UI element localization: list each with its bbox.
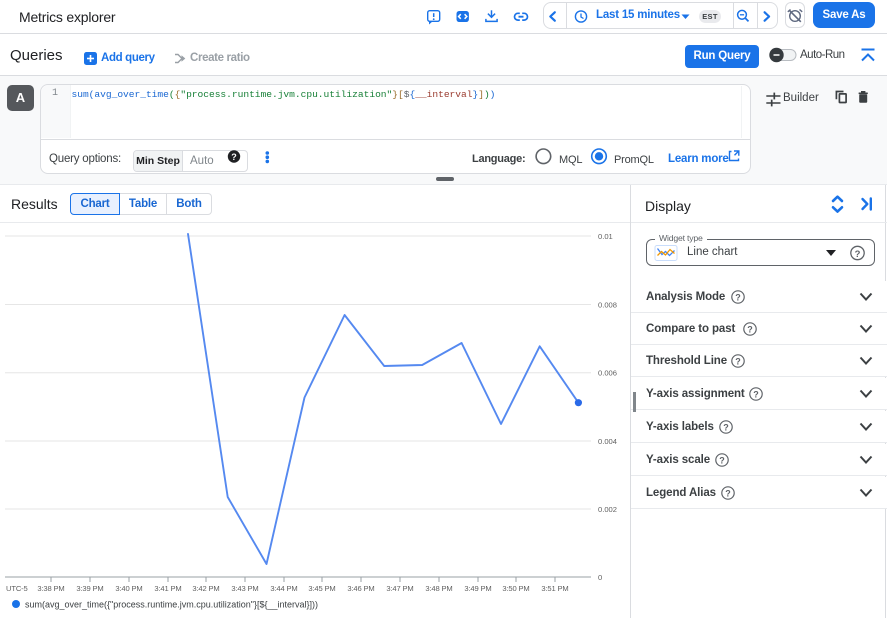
svg-text:3:38 PM: 3:38 PM bbox=[37, 584, 64, 593]
svg-text:?: ? bbox=[855, 249, 861, 260]
svg-text:3:42 PM: 3:42 PM bbox=[192, 584, 219, 593]
svg-text:0.008: 0.008 bbox=[598, 301, 617, 310]
svg-text:3:43 PM: 3:43 PM bbox=[231, 584, 258, 593]
svg-text:0.006: 0.006 bbox=[598, 369, 617, 378]
svg-text:3:50 PM: 3:50 PM bbox=[502, 584, 529, 593]
svg-text:3:47 PM: 3:47 PM bbox=[386, 584, 413, 593]
svg-text:?: ? bbox=[231, 152, 237, 162]
svg-text:3:49 PM: 3:49 PM bbox=[464, 584, 491, 593]
svg-text:3:51 PM: 3:51 PM bbox=[541, 584, 568, 593]
svg-text:0.002: 0.002 bbox=[598, 505, 617, 514]
svg-text:3:39 PM: 3:39 PM bbox=[76, 584, 103, 593]
svg-text:sum(avg_over_time({"process.ru: sum(avg_over_time({"process.runtime.jvm.… bbox=[25, 600, 318, 610]
svg-text:0.004: 0.004 bbox=[598, 437, 617, 446]
svg-text:0: 0 bbox=[598, 573, 602, 582]
svg-text:3:41 PM: 3:41 PM bbox=[154, 584, 181, 593]
svg-text:3:44 PM: 3:44 PM bbox=[270, 584, 297, 593]
svg-text:UTC-5: UTC-5 bbox=[6, 584, 28, 593]
svg-text:0.01: 0.01 bbox=[598, 232, 613, 241]
svg-text:3:40 PM: 3:40 PM bbox=[115, 584, 142, 593]
svg-text:3:46 PM: 3:46 PM bbox=[347, 584, 374, 593]
svg-text:3:48 PM: 3:48 PM bbox=[425, 584, 452, 593]
svg-text:3:45 PM: 3:45 PM bbox=[308, 584, 335, 593]
